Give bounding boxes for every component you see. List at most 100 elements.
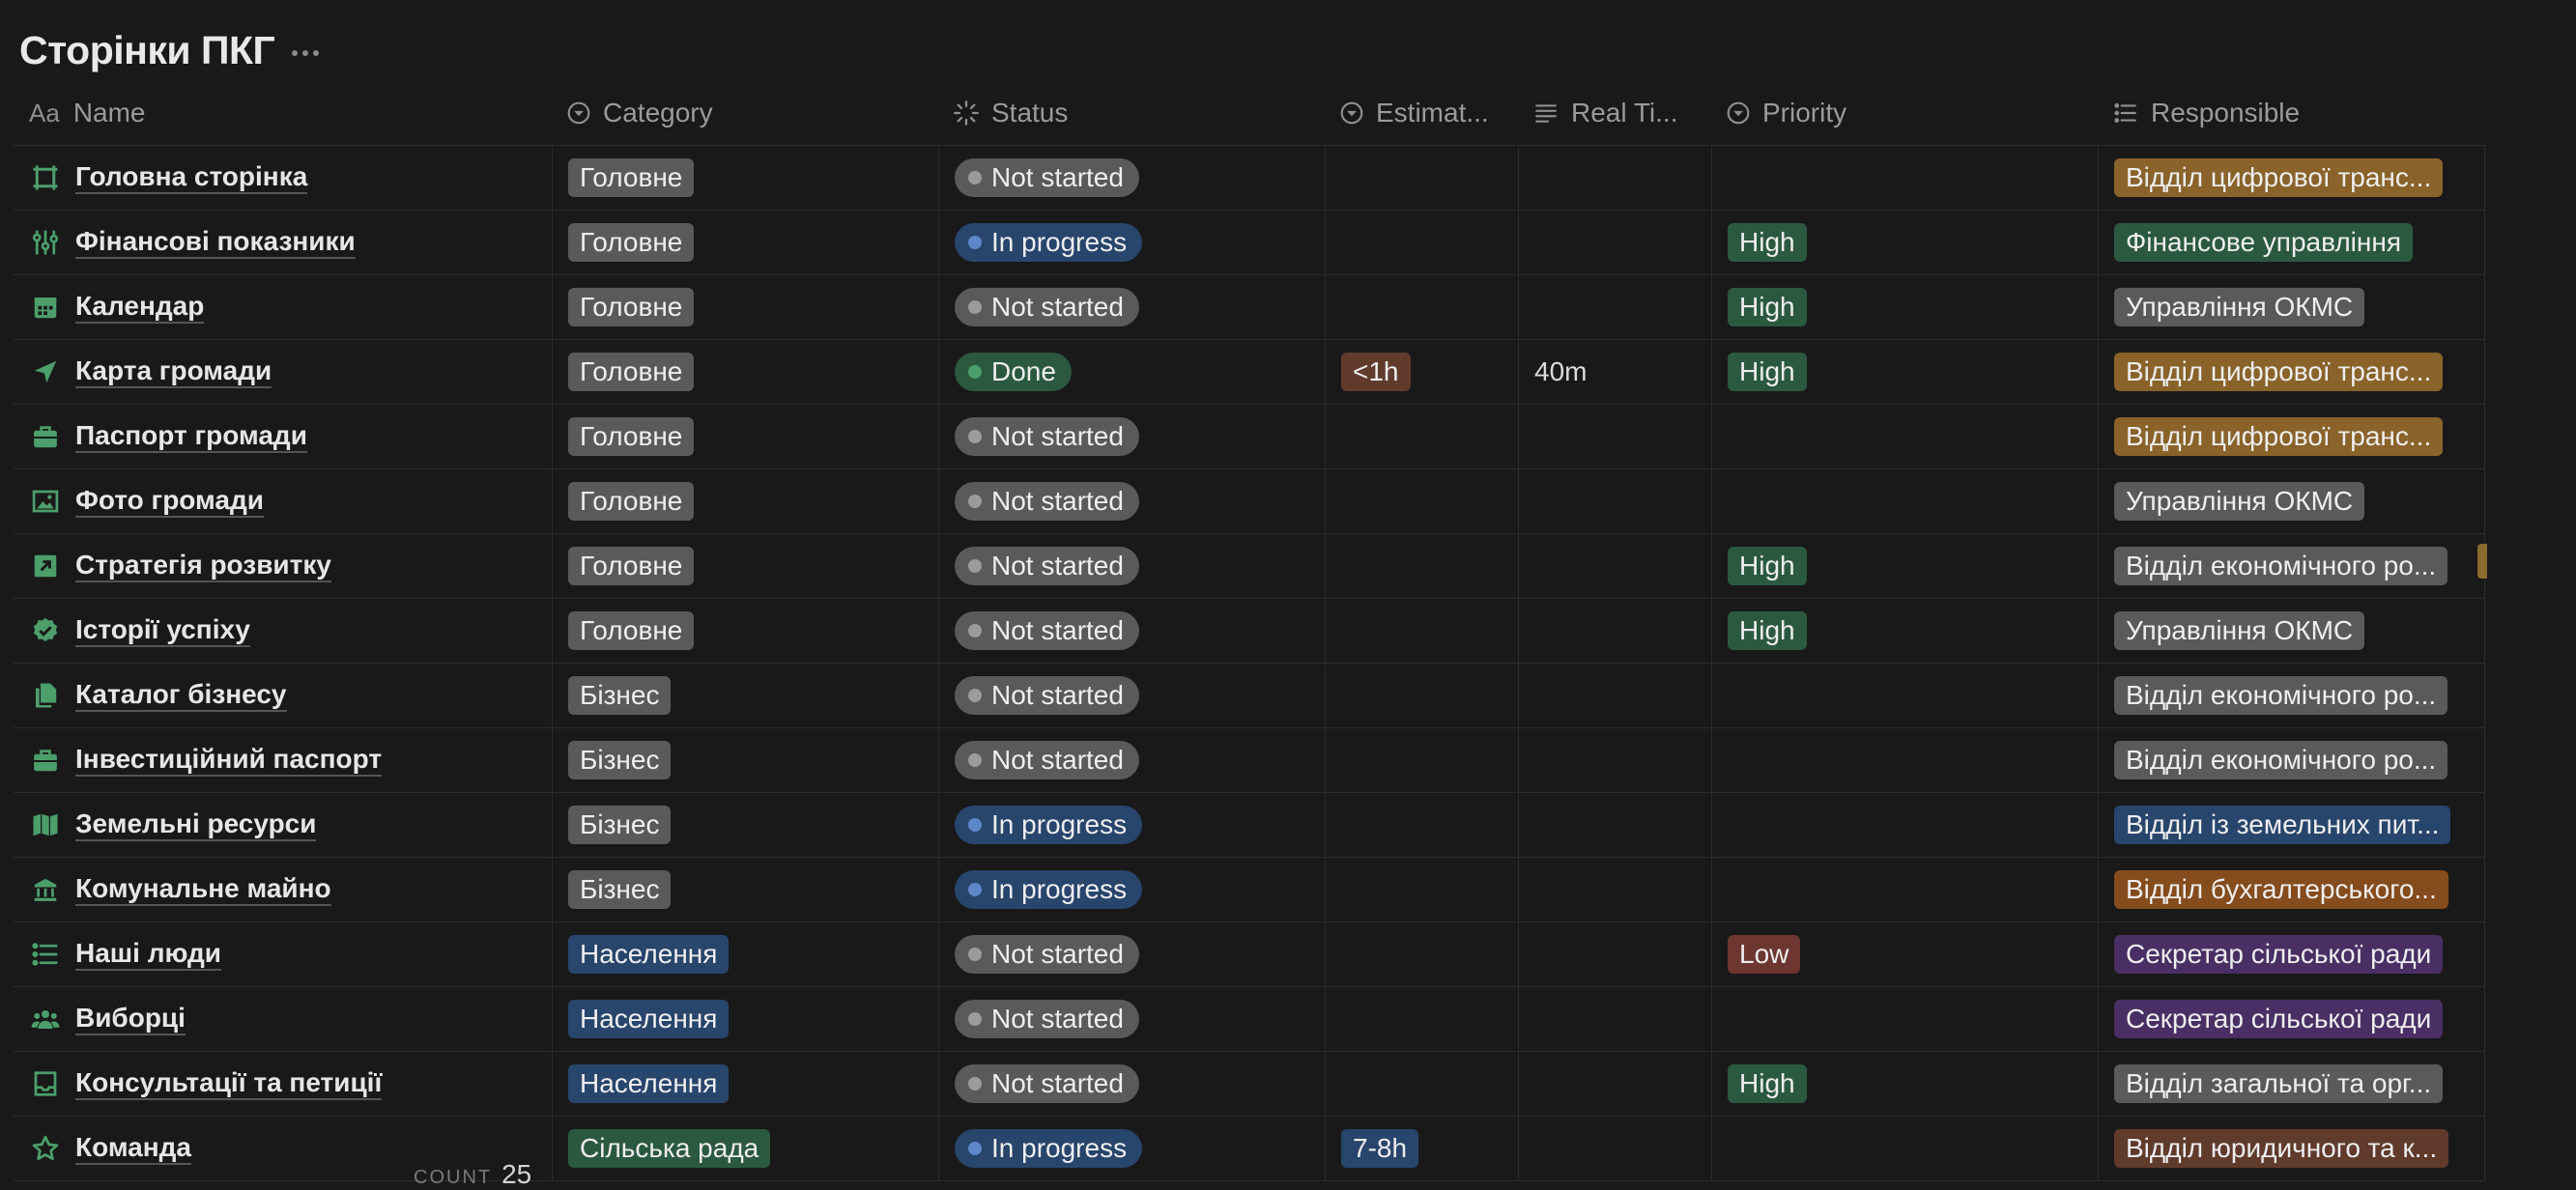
responsible-cell[interactable]: Відділ бухгалтерського...	[2099, 858, 2485, 921]
priority-cell[interactable]	[1712, 469, 2099, 533]
real-time-cell[interactable]	[1519, 599, 1712, 663]
page-name-link[interactable]: Виборці	[75, 1003, 186, 1035]
estimate-cell[interactable]	[1326, 405, 1519, 468]
status-cell[interactable]: Not started	[939, 599, 1326, 663]
column-header-3[interactable]: Estimat...	[1326, 81, 1519, 145]
priority-cell[interactable]: High	[1712, 340, 2099, 404]
real-time-cell[interactable]	[1519, 664, 1712, 727]
responsible-cell[interactable]: Відділ цифрової транс...	[2099, 405, 2485, 468]
table-row[interactable]: Каталог бізнесу Бізнес Not started Відділ е…	[14, 664, 2485, 728]
real-time-cell[interactable]: 40m	[1519, 340, 1712, 404]
estimate-cell[interactable]: <1h	[1326, 340, 1519, 404]
page-name-link[interactable]: Консультації та петиції	[75, 1067, 383, 1100]
name-cell[interactable]: Земельні ресурси	[14, 793, 553, 857]
page-name-link[interactable]: Фінансові показники	[75, 226, 356, 259]
category-cell[interactable]: Головне	[553, 469, 939, 533]
page-name-link[interactable]: Наші люди	[75, 938, 222, 971]
priority-cell[interactable]	[1712, 793, 2099, 857]
real-time-cell[interactable]	[1519, 1052, 1712, 1116]
priority-cell[interactable]	[1712, 858, 2099, 921]
name-cell[interactable]: Історії успіху	[14, 599, 553, 663]
category-cell[interactable]: Бізнес	[553, 858, 939, 921]
real-time-cell[interactable]	[1519, 1117, 1712, 1180]
category-cell[interactable]: Населення	[553, 987, 939, 1051]
status-cell[interactable]: Not started	[939, 146, 1326, 210]
priority-cell[interactable]	[1712, 1117, 2099, 1180]
category-cell[interactable]: Головне	[553, 340, 939, 404]
name-cell[interactable]: Головна сторінка	[14, 146, 553, 210]
category-cell[interactable]: Головне	[553, 211, 939, 274]
estimate-cell[interactable]	[1326, 146, 1519, 210]
page-name-link[interactable]: Каталог бізнесу	[75, 679, 287, 712]
column-header-4[interactable]: Real Ti...	[1519, 81, 1712, 145]
responsible-cell[interactable]: Відділ загальної та орг...	[2099, 1052, 2485, 1116]
column-header-1[interactable]: Category	[553, 81, 939, 145]
priority-cell[interactable]	[1712, 728, 2099, 792]
category-cell[interactable]: Бізнес	[553, 664, 939, 727]
category-cell[interactable]: Головне	[553, 405, 939, 468]
estimate-cell[interactable]	[1326, 858, 1519, 921]
estimate-cell[interactable]	[1326, 599, 1519, 663]
table-row[interactable]: Карта громади Головне Done <1h 40m High Відділ…	[14, 340, 2485, 405]
status-cell[interactable]: Not started	[939, 1052, 1326, 1116]
estimate-cell[interactable]	[1326, 728, 1519, 792]
estimate-cell[interactable]: 7-8h	[1326, 1117, 1519, 1180]
estimate-cell[interactable]	[1326, 793, 1519, 857]
column-header-0[interactable]: Aa Name	[14, 81, 553, 145]
status-cell[interactable]: Not started	[939, 987, 1326, 1051]
category-cell[interactable]: Населення	[553, 1052, 939, 1116]
status-cell[interactable]: Done	[939, 340, 1326, 404]
status-cell[interactable]: Not started	[939, 728, 1326, 792]
status-cell[interactable]: In progress	[939, 211, 1326, 274]
real-time-cell[interactable]	[1519, 469, 1712, 533]
real-time-cell[interactable]	[1519, 211, 1712, 274]
responsible-cell[interactable]: Відділ економічного ро...	[2099, 664, 2485, 727]
table-row[interactable]: Головна сторінка Головне Not started Відділ…	[14, 146, 2485, 211]
name-cell[interactable]: Фото громади	[14, 469, 553, 533]
table-row[interactable]: Фінансові показники Головне In progress Hig…	[14, 211, 2485, 275]
column-header-2[interactable]: Status	[939, 81, 1326, 145]
column-header-5[interactable]: Priority	[1712, 81, 2099, 145]
priority-cell[interactable]: High	[1712, 599, 2099, 663]
responsible-cell[interactable]: Відділ юридичного та к...	[2099, 1117, 2485, 1180]
column-header-6[interactable]: Responsible	[2099, 81, 2485, 145]
priority-cell[interactable]: High	[1712, 534, 2099, 598]
estimate-cell[interactable]	[1326, 469, 1519, 533]
priority-cell[interactable]	[1712, 146, 2099, 210]
page-name-link[interactable]: Карта громади	[75, 355, 272, 388]
estimate-cell[interactable]	[1326, 275, 1519, 339]
priority-cell[interactable]: High	[1712, 1052, 2099, 1116]
estimate-cell[interactable]	[1326, 1052, 1519, 1116]
responsible-cell[interactable]: Відділ цифрової транс...	[2099, 340, 2485, 404]
table-row[interactable]: Земельні ресурси Бізнес In progress Відділ …	[14, 793, 2485, 858]
status-cell[interactable]: Not started	[939, 922, 1326, 986]
priority-cell[interactable]	[1712, 405, 2099, 468]
table-row[interactable]: Комунальне майно Бізнес In progress Відділ …	[14, 858, 2485, 922]
table-row[interactable]: Консультації та петиції Населення Not star…	[14, 1052, 2485, 1117]
category-cell[interactable]: Сільська рада	[553, 1117, 939, 1180]
name-cell[interactable]: Каталог бізнесу	[14, 664, 553, 727]
status-cell[interactable]: Not started	[939, 405, 1326, 468]
status-cell[interactable]: In progress	[939, 793, 1326, 857]
priority-cell[interactable]	[1712, 987, 2099, 1051]
name-cell[interactable]: Карта громади	[14, 340, 553, 404]
table-row[interactable]: Історії успіху Головне Not started High Упра…	[14, 599, 2485, 664]
category-cell[interactable]: Головне	[553, 146, 939, 210]
table-row[interactable]: Календар Головне Not started High Управління…	[14, 275, 2485, 340]
page-name-link[interactable]: Земельні ресурси	[75, 808, 317, 841]
estimate-cell[interactable]	[1326, 534, 1519, 598]
estimate-cell[interactable]	[1326, 987, 1519, 1051]
table-row[interactable]: Команда Сільська рада In progress 7-8h Відді…	[14, 1117, 2485, 1181]
page-name-link[interactable]: Інвестиційний паспорт	[75, 744, 383, 777]
real-time-cell[interactable]	[1519, 858, 1712, 921]
status-cell[interactable]: In progress	[939, 858, 1326, 921]
status-cell[interactable]: In progress	[939, 1117, 1326, 1180]
page-name-link[interactable]: Календар	[75, 291, 205, 324]
estimate-cell[interactable]	[1326, 664, 1519, 727]
name-cell[interactable]: Консультації та петиції	[14, 1052, 553, 1116]
page-name-link[interactable]: Історії успіху	[75, 614, 250, 647]
priority-cell[interactable]: High	[1712, 275, 2099, 339]
real-time-cell[interactable]	[1519, 146, 1712, 210]
responsible-cell[interactable]: Управління ОКМС	[2099, 599, 2485, 663]
real-time-cell[interactable]	[1519, 987, 1712, 1051]
